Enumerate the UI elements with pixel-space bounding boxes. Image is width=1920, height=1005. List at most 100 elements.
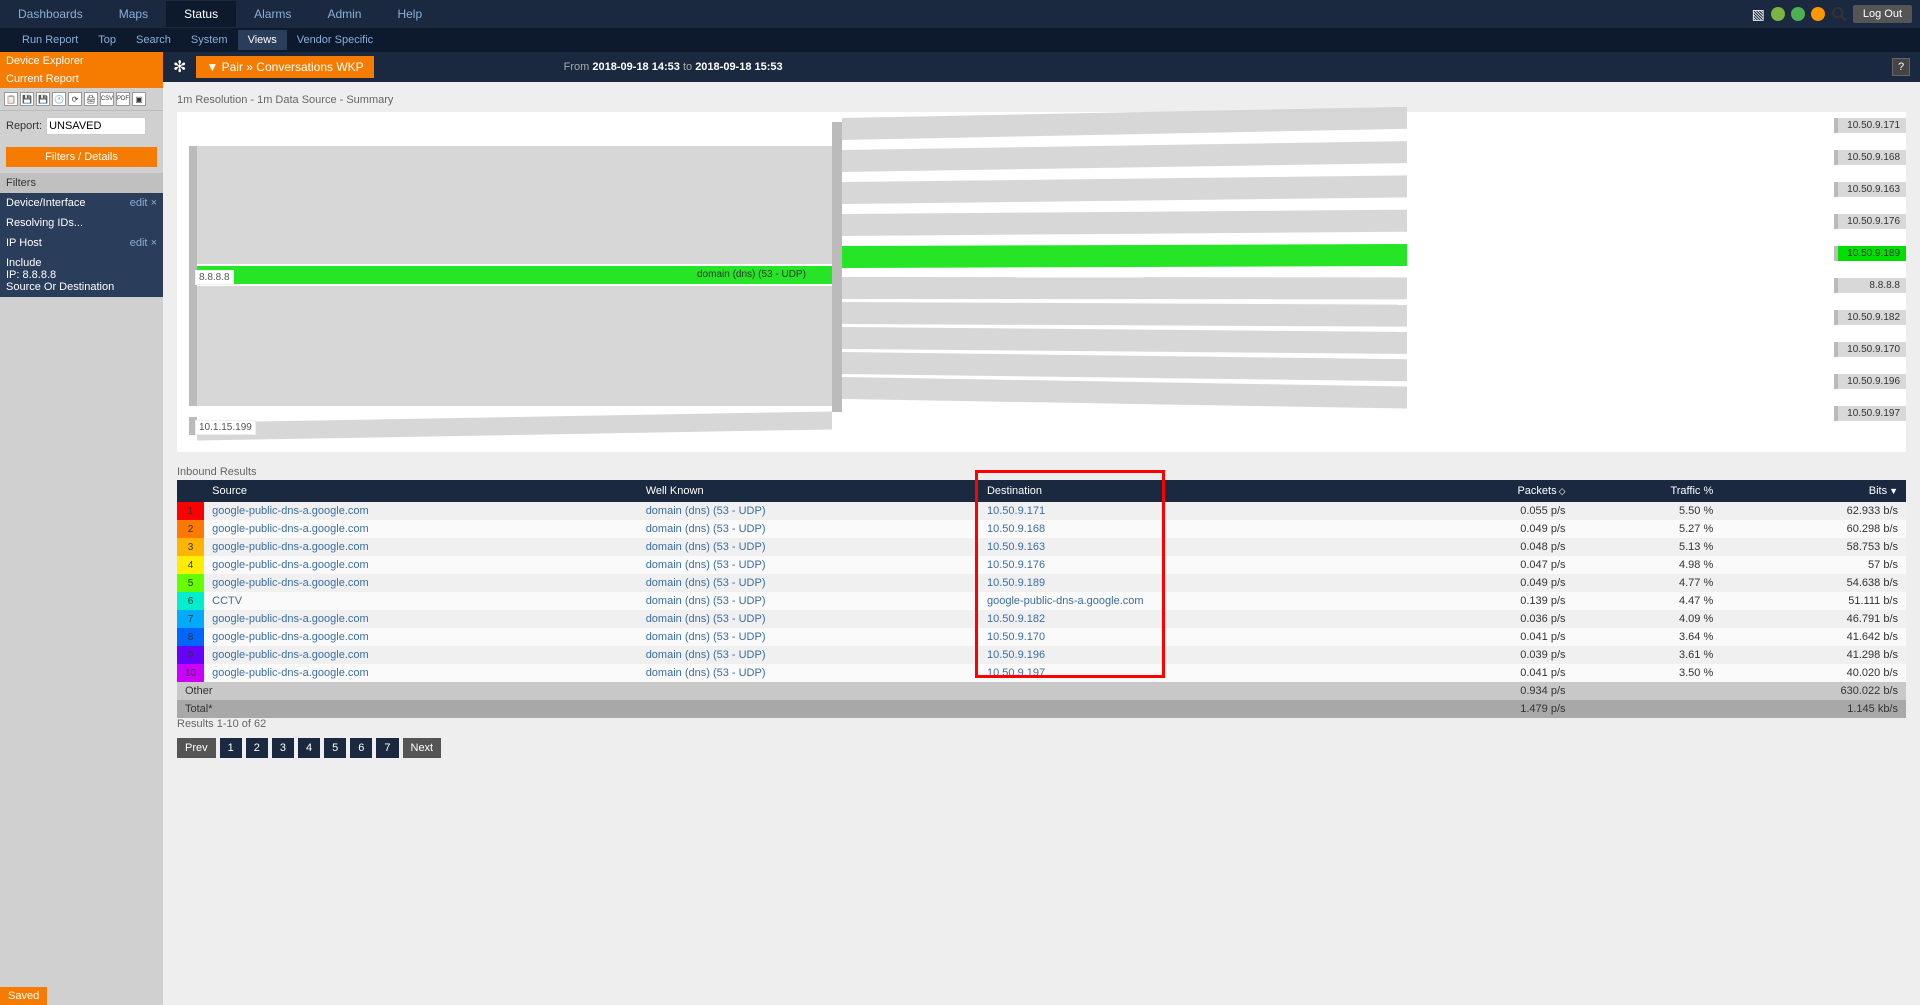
tb-box-icon[interactable]: ▣ (132, 92, 146, 106)
col-bits[interactable]: Bits▼ (1721, 480, 1906, 502)
filter-iphost[interactable]: IP Host edit × (0, 233, 163, 253)
page-2[interactable]: 2 (246, 738, 268, 758)
tb-clipboard-icon[interactable]: 📋 (4, 92, 18, 106)
dst-link[interactable]: 10.50.9.176 (987, 559, 1045, 571)
current-report-tab[interactable]: Current Report (0, 70, 163, 88)
page-5[interactable]: 5 (324, 738, 346, 758)
sankey-dst-2[interactable]: 10.50.9.163 (1834, 182, 1906, 197)
table-row[interactable]: 1 google-public-dns-a.google.com domain … (177, 502, 1906, 520)
saved-tab[interactable]: Saved (0, 987, 47, 1005)
filter-di-close[interactable]: × (151, 197, 157, 209)
subnav-search[interactable]: Search (126, 30, 181, 50)
sankey-dst-7[interactable]: 10.50.9.170 (1834, 342, 1906, 357)
wk-link[interactable]: domain (dns) (53 - UDP) (646, 613, 766, 625)
report-input[interactable] (46, 117, 146, 135)
sankey-dst-8[interactable]: 10.50.9.196 (1834, 374, 1906, 389)
tb-csv-icon[interactable]: CSV (100, 92, 114, 106)
sankey-dst-0[interactable]: 10.50.9.171 (1834, 118, 1906, 133)
table-row[interactable]: 7 google-public-dns-a.google.com domain … (177, 610, 1906, 628)
src-link[interactable]: google-public-dns-a.google.com (212, 559, 369, 571)
filter-iphost-edit[interactable]: edit (130, 237, 148, 249)
tb-refresh-icon[interactable]: ⟳ (68, 92, 82, 106)
wk-link[interactable]: domain (dns) (53 - UDP) (646, 631, 766, 643)
status-panel-icon[interactable]: ▧ (1752, 6, 1765, 23)
tb-print-icon[interactable]: 🖨 (84, 92, 98, 106)
status-ok-icon[interactable] (1771, 7, 1785, 21)
device-explorer-tab[interactable]: Device Explorer (0, 52, 163, 70)
breadcrumb-pair[interactable]: ▼ Pair » Conversations WKP (196, 56, 373, 78)
topnav-maps[interactable]: Maps (101, 1, 166, 27)
dst-link[interactable]: 10.50.9.182 (987, 613, 1045, 625)
sankey-src-1[interactable]: 8.8.8.8 (195, 270, 234, 285)
subnav-top[interactable]: Top (88, 30, 126, 50)
subnav-views[interactable]: Views (238, 30, 287, 50)
page-1[interactable]: 1 (220, 738, 242, 758)
topnav-admin[interactable]: Admin (309, 1, 379, 27)
sankey-src-2[interactable]: 10.1.15.199 (195, 420, 256, 435)
search-icon[interactable] (1831, 6, 1847, 22)
wk-link[interactable]: domain (dns) (53 - UDP) (646, 505, 766, 517)
status-warn-icon[interactable] (1811, 7, 1825, 21)
dst-link[interactable]: 10.50.9.196 (987, 649, 1045, 661)
page-6[interactable]: 6 (350, 738, 372, 758)
wk-link[interactable]: domain (dns) (53 - UDP) (646, 559, 766, 571)
dst-link[interactable]: 10.50.9.170 (987, 631, 1045, 643)
help-button[interactable]: ? (1892, 58, 1910, 76)
subnav-system[interactable]: System (181, 30, 238, 50)
dst-link[interactable]: 10.50.9.168 (987, 523, 1045, 535)
src-link[interactable]: google-public-dns-a.google.com (212, 613, 369, 625)
src-link[interactable]: google-public-dns-a.google.com (212, 541, 369, 553)
col-destination[interactable]: Destination (979, 480, 1413, 502)
filter-iphost-close[interactable]: × (151, 237, 157, 249)
page-4[interactable]: 4 (298, 738, 320, 758)
page-3[interactable]: 3 (272, 738, 294, 758)
wk-link[interactable]: domain (dns) (53 - UDP) (646, 595, 766, 607)
table-row[interactable]: 5 google-public-dns-a.google.com domain … (177, 574, 1906, 592)
filter-device-interface[interactable]: Device/Interface edit × (0, 193, 163, 213)
src-link[interactable]: google-public-dns-a.google.com (212, 523, 369, 535)
src-link[interactable]: CCTV (212, 595, 242, 607)
table-row[interactable]: 2 google-public-dns-a.google.com domain … (177, 520, 1906, 538)
topnav-status[interactable]: Status (166, 1, 236, 27)
topnav-help[interactable]: Help (379, 1, 440, 27)
wk-link[interactable]: domain (dns) (53 - UDP) (646, 523, 766, 535)
table-row[interactable]: 3 google-public-dns-a.google.com domain … (177, 538, 1906, 556)
col-source[interactable]: Source (204, 480, 638, 502)
wk-link[interactable]: domain (dns) (53 - UDP) (646, 541, 766, 553)
table-row[interactable]: 8 google-public-dns-a.google.com domain … (177, 628, 1906, 646)
tb-pdf-icon[interactable]: PDF (116, 92, 130, 106)
status-ok2-icon[interactable] (1791, 7, 1805, 21)
dst-link[interactable]: 10.50.9.163 (987, 541, 1045, 553)
sankey-dst-5[interactable]: 8.8.8.8 (1834, 278, 1906, 293)
wk-link[interactable]: domain (dns) (53 - UDP) (646, 649, 766, 661)
page-7[interactable]: 7 (376, 738, 398, 758)
src-link[interactable]: google-public-dns-a.google.com (212, 649, 369, 661)
dst-link[interactable]: 10.50.9.189 (987, 577, 1045, 589)
col-packets[interactable]: Packets◇ (1413, 480, 1574, 502)
table-row[interactable]: 4 google-public-dns-a.google.com domain … (177, 556, 1906, 574)
topnav-dashboards[interactable]: Dashboards (0, 1, 101, 27)
subnav-run-report[interactable]: Run Report (12, 30, 88, 50)
gear-icon[interactable]: ✻ (173, 57, 186, 77)
tb-save2-icon[interactable]: 💾 (36, 92, 50, 106)
page-prev[interactable]: Prev (177, 738, 216, 758)
logout-button[interactable]: Log Out (1853, 5, 1912, 23)
sankey-chart[interactable]: 8.8.8.8 10.1.15.199 domain (dns) (53 - U… (177, 112, 1906, 452)
dst-link[interactable]: 10.50.9.197 (987, 667, 1045, 679)
sankey-dst-6[interactable]: 10.50.9.182 (1834, 310, 1906, 325)
sankey-dst-3[interactable]: 10.50.9.176 (1834, 214, 1906, 229)
sankey-dst-4[interactable]: 10.50.9.189 (1834, 246, 1906, 261)
subnav-vendor-specific[interactable]: Vendor Specific (287, 30, 383, 50)
dst-link[interactable]: 10.50.9.171 (987, 505, 1045, 517)
page-next[interactable]: Next (403, 738, 442, 758)
wk-link[interactable]: domain (dns) (53 - UDP) (646, 667, 766, 679)
src-link[interactable]: google-public-dns-a.google.com (212, 667, 369, 679)
topnav-alarms[interactable]: Alarms (236, 1, 309, 27)
sankey-dst-1[interactable]: 10.50.9.168 (1834, 150, 1906, 165)
src-link[interactable]: google-public-dns-a.google.com (212, 505, 369, 517)
filters-details-button[interactable]: Filters / Details (6, 147, 157, 167)
src-link[interactable]: google-public-dns-a.google.com (212, 577, 369, 589)
col-well-known[interactable]: Well Known (638, 480, 979, 502)
col-traffic-%[interactable]: Traffic % (1574, 480, 1722, 502)
tb-save-icon[interactable]: 💾 (20, 92, 34, 106)
